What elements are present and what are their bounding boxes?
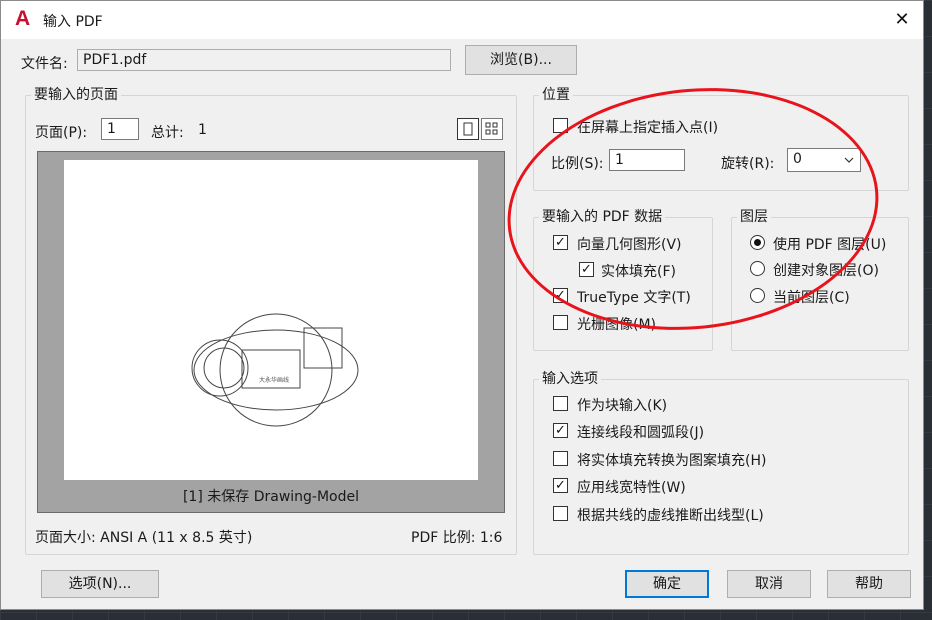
vector-geometry-checkbox[interactable]: ✓ (553, 235, 568, 250)
browse-button[interactable]: 浏览(B)... (465, 45, 577, 75)
scale-input[interactable]: 1 (609, 149, 685, 171)
layers-group-title: 图层 (737, 209, 771, 225)
preview-paper: 大永华画线 (64, 160, 478, 480)
truetype-text-checkbox[interactable]: ✓ (553, 288, 568, 303)
ok-button[interactable]: 确定 (625, 570, 709, 598)
total-label: 总计: (151, 125, 184, 141)
convert-solid-fill-checkbox[interactable] (553, 451, 568, 466)
rotation-value: 0 (793, 151, 802, 167)
single-page-view-icon[interactable] (457, 118, 479, 140)
title-bar: A 输入 PDF ✕ (1, 1, 923, 39)
page-number-input[interactable]: 1 (101, 118, 139, 140)
rotation-select[interactable]: 0 (787, 148, 861, 172)
create-object-layers-label: 创建对象图层(O) (773, 263, 879, 279)
preview-caption: [1] 未保存 Drawing-Model (182, 489, 360, 505)
help-button[interactable]: 帮助 (827, 570, 911, 598)
page-preview: 大永华画线 [1] 未保存 Drawing-Model (37, 151, 505, 513)
infer-linetypes-checkbox[interactable] (553, 506, 568, 521)
specify-onscreen-checkbox[interactable] (553, 118, 568, 133)
drawing-thumbnail: 大永华画线 (191, 313, 359, 427)
options-button[interactable]: 选项(N)... (41, 570, 159, 598)
pdf-scale-text: PDF 比例: 1:6 (411, 530, 503, 546)
drawing-thumbnail-text: 大永华画线 (259, 376, 289, 384)
chevron-down-icon (844, 150, 854, 171)
cancel-button[interactable]: 取消 (727, 570, 811, 598)
page-size-text: 页面大小: ANSI A (11 x 8.5 英寸) (35, 530, 253, 546)
solid-fill-checkbox[interactable]: ✓ (579, 262, 594, 277)
infer-linetypes-label: 根据共线的虚线推断出线型(L) (577, 508, 764, 524)
join-segments-checkbox[interactable]: ✓ (553, 423, 568, 438)
apply-lineweight-checkbox[interactable]: ✓ (553, 478, 568, 493)
import-as-block-checkbox[interactable] (553, 396, 568, 411)
truetype-text-label: TrueType 文字(T) (577, 290, 691, 306)
position-group (533, 95, 909, 191)
total-value: 1 (198, 122, 207, 138)
filename-field[interactable]: PDF1.pdf (77, 49, 451, 71)
pages-group-title: 要输入的页面 (31, 87, 121, 103)
pdf-data-group-title: 要输入的 PDF 数据 (539, 209, 666, 225)
solid-fill-label: 实体填充(F) (601, 264, 676, 280)
current-layer-label: 当前图层(C) (773, 290, 850, 306)
grid-view-icon[interactable] (481, 118, 503, 140)
scale-label: 比例(S): (551, 156, 604, 172)
convert-solid-fill-label: 将实体填充转换为图案填充(H) (577, 453, 767, 469)
join-segments-label: 连接线段和圆弧段(J) (577, 425, 705, 441)
position-group-title: 位置 (539, 87, 573, 103)
specify-onscreen-label: 在屏幕上指定插入点(I) (577, 120, 719, 136)
close-icon[interactable]: ✕ (885, 3, 919, 37)
rotation-label: 旋转(R): (721, 156, 775, 172)
current-layer-radio[interactable] (750, 288, 765, 303)
create-object-layers-radio[interactable] (750, 261, 765, 276)
use-pdf-layers-radio[interactable] (750, 235, 765, 250)
autocad-logo-icon: A (15, 7, 31, 30)
raster-images-label: 光栅图像(M) (577, 317, 657, 333)
page-label: 页面(P): (35, 125, 88, 141)
import-options-group-title: 输入选项 (539, 371, 601, 387)
import-as-block-label: 作为块输入(K) (577, 398, 668, 414)
apply-lineweight-label: 应用线宽特性(W) (577, 480, 686, 496)
vector-geometry-label: 向量几何图形(V) (577, 237, 682, 253)
use-pdf-layers-label: 使用 PDF 图层(U) (773, 237, 887, 253)
window-title: 输入 PDF (43, 14, 103, 30)
filename-label: 文件名: (21, 56, 68, 72)
raster-images-checkbox[interactable] (553, 315, 568, 330)
import-pdf-dialog: A 输入 PDF ✕ 文件名: PDF1.pdf 浏览(B)... 要输入的页面… (0, 0, 924, 610)
